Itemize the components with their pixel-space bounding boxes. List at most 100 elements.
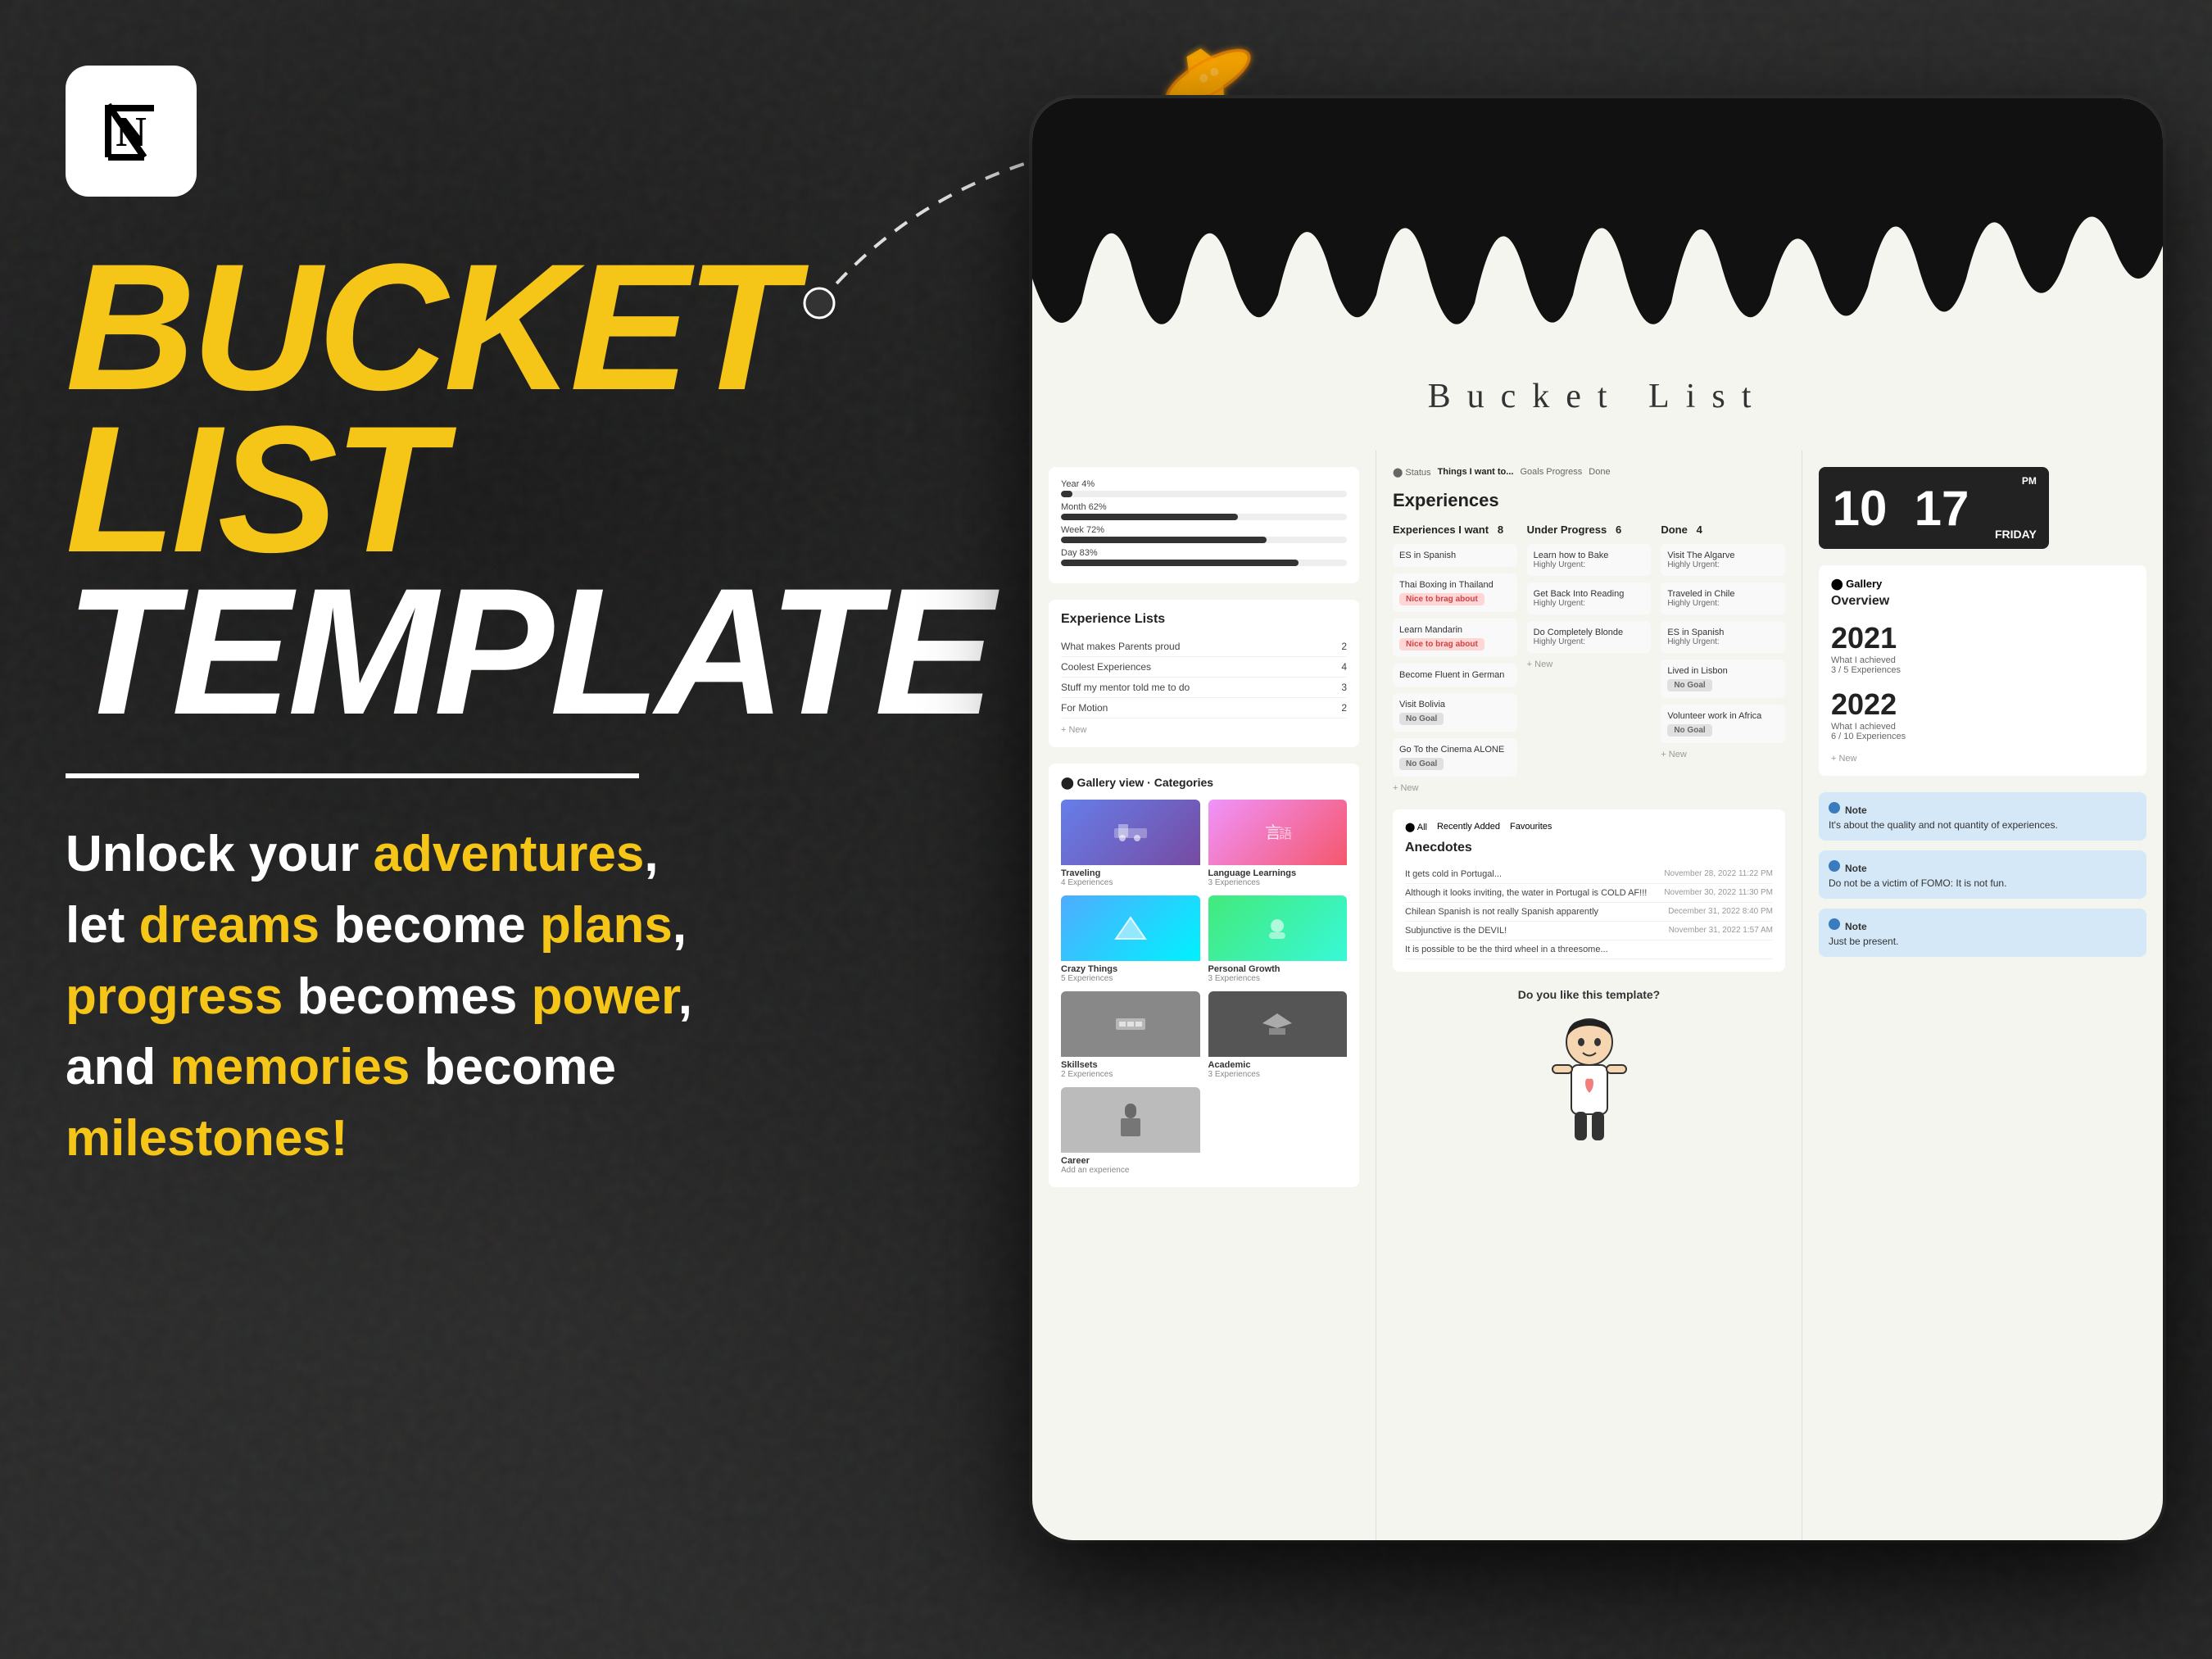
clock-block: 10 17 PM FRIDAY (1819, 467, 2146, 549)
kanban-card[interactable]: ES in Spanish Highly Urgent: (1661, 621, 1785, 653)
note-dot (1829, 802, 1840, 814)
add-new-list[interactable]: + New (1061, 725, 1347, 735)
add-new-done[interactable]: + New (1661, 750, 1785, 759)
anecdote-item[interactable]: It is possible to be the third wheel in … (1405, 941, 1773, 959)
char-figure-svg (1540, 1013, 1639, 1145)
tab-things[interactable]: Things I want to... (1438, 467, 1514, 478)
svg-text:語: 語 (1279, 827, 1292, 841)
kanban-card[interactable]: Get Back Into Reading Highly Urgent: (1527, 582, 1652, 614)
kanban-title: Experiences (1393, 490, 1785, 511)
kanban-card[interactable]: Learn Mandarin Nice to brag about (1393, 619, 1517, 657)
add-new-progress[interactable]: + New (1527, 660, 1652, 669)
gallery-item-crazy[interactable]: Crazy Things 5 Experiences (1061, 895, 1200, 983)
subtitle: Unlock your adventures, let dreams becom… (66, 819, 786, 1175)
tablet-middle-column: ⬤ Status Things I want to... Goals Progr… (1376, 451, 1802, 1540)
gallery-section: ⬤ Gallery view · Categories Traveling 4 … (1049, 764, 1359, 1187)
clock-am: PM (2022, 475, 2037, 487)
char-question: Do you like this template? (1518, 988, 1660, 1001)
add-new-year[interactable]: + New (1831, 754, 2134, 764)
notes-section: Note It's about the quality and not quan… (1819, 792, 2146, 957)
year-2021: 2021 What I achieved 3 / 5 Experiences (1831, 621, 2134, 675)
gallery-item-language[interactable]: 言語 Language Learnings 3 Experiences (1208, 800, 1348, 887)
note-card: Note It's about the quality and not quan… (1819, 792, 2146, 841)
tablet-content: Year 4% Month 62% Week 72% Day 83% (1032, 451, 2163, 1540)
note-card: Note Just be present. (1819, 909, 2146, 957)
notion-logo: N (66, 66, 197, 197)
gallery-grid: Traveling 4 Experiences 言語 Language Lear… (1061, 800, 1347, 1175)
kanban-card[interactable]: Learn how to Bake Highly Urgent: (1527, 544, 1652, 576)
tab-recently-added[interactable]: Recently Added (1437, 822, 1500, 832)
anecdote-item[interactable]: Chilean Spanish is not really Spanish ap… (1405, 903, 1773, 922)
list-item[interactable]: What makes Parents proud2 (1061, 637, 1347, 657)
kanban-card[interactable]: Lived in Lisbon No Goal (1661, 660, 1785, 698)
note-dot (1829, 918, 1840, 930)
title-block: BUCKET LIST TEMPLATE (66, 246, 803, 732)
kanban-card[interactable]: Visit The Algarve Highly Urgent: (1661, 544, 1785, 576)
experience-lists-section: Experience Lists What makes Parents prou… (1049, 600, 1359, 747)
tab-all[interactable]: ⬤ All (1405, 822, 1427, 832)
kanban-column-progress: Under Progress 6 Learn how to Bake Highl… (1527, 524, 1652, 793)
left-panel: N BUCKET LIST TEMPLATE Unlock your adven… (66, 66, 803, 1175)
add-new-want[interactable]: + New (1393, 783, 1517, 793)
kanban-card[interactable]: Go To the Cinema ALONE No Goal (1393, 738, 1517, 777)
char-section: Do you like this template? (1393, 988, 1785, 1145)
anecdotes-section: ⬤ All Recently Added Favourites Anecdote… (1393, 809, 1785, 972)
kanban-column-done: Done 4 Visit The Algarve Highly Urgent: … (1661, 524, 1785, 793)
clock-section: 10 17 PM FRIDAY (1819, 467, 2146, 549)
clock-hour: 10 (1819, 467, 1901, 549)
gallery-label: ⬤ Gallery (1831, 578, 2134, 591)
tablet-inner: Bucket List Year 4% Month 62% (1032, 98, 2163, 1540)
anecdotes-title: Anecdotes (1405, 841, 1773, 855)
gallery-item-career[interactable]: Career Add an experience (1061, 1087, 1200, 1175)
gallery-overview-section: ⬤ Gallery Overview 2021 What I achieved … (1819, 565, 2146, 776)
title-bucket: BUCKET (66, 246, 803, 408)
tab-favourites[interactable]: Favourites (1510, 822, 1552, 832)
gallery-item-traveling[interactable]: Traveling 4 Experiences (1061, 800, 1200, 887)
gallery-overview-title: Overview (1831, 594, 2134, 609)
tab-status[interactable]: ⬤ Status (1393, 467, 1431, 478)
kanban-card[interactable]: Become Fluent in German (1393, 664, 1517, 687)
clock-day: FRIDAY (1995, 528, 2037, 541)
clock-day-block: PM FRIDAY (1983, 467, 2049, 549)
drip-header (1032, 98, 2163, 360)
anecdote-item[interactable]: Subjunctive is the DEVIL! November 31, 2… (1405, 922, 1773, 941)
tablet-right-column: 10 17 PM FRIDAY ⬤ Gallery Overview 2021 (1802, 451, 2163, 1540)
svg-text:N: N (116, 109, 147, 156)
month-progress: Month 62% (1061, 502, 1347, 520)
bucket-list-title: Bucket List (1428, 377, 1768, 416)
note-dot (1829, 860, 1840, 872)
gallery-item-growth[interactable]: Personal Growth 3 Experiences (1208, 895, 1348, 983)
gallery-header: ⬤ Gallery view · Categories (1061, 776, 1347, 790)
title-list: LIST (66, 408, 803, 570)
week-progress: Week 72% (1061, 525, 1347, 543)
progress-section: Year 4% Month 62% Week 72% Day 83% (1049, 467, 1359, 583)
title-template: TEMPLATE (66, 570, 803, 732)
year-2022: 2022 What I achieved 6 / 10 Experiences (1831, 687, 2134, 741)
kanban-column-want: Experiences I want 8 ES in Spanish Thai … (1393, 524, 1517, 793)
anecdotes-tabs: ⬤ All Recently Added Favourites (1405, 822, 1773, 832)
kanban-card[interactable]: Do Completely Blonde Highly Urgent: (1527, 621, 1652, 653)
kanban-card[interactable]: Thai Boxing in Thailand Nice to brag abo… (1393, 573, 1517, 612)
kanban-card[interactable]: Traveled in Chile Highly Urgent: (1661, 582, 1785, 614)
anecdote-item[interactable]: Although it looks inviting, the water in… (1405, 884, 1773, 903)
experience-lists-title: Experience Lists (1061, 612, 1347, 627)
tab-progress[interactable]: Goals Progress (1520, 467, 1582, 478)
tab-done[interactable]: Done (1589, 467, 1610, 478)
day-progress: Day 83% (1061, 548, 1347, 566)
anecdote-item[interactable]: It gets cold in Portugal... November 28,… (1405, 865, 1773, 884)
kanban-card[interactable]: ES in Spanish (1393, 544, 1517, 567)
list-item[interactable]: For Motion2 (1061, 698, 1347, 718)
list-item[interactable]: Stuff my mentor told me to do3 (1061, 678, 1347, 698)
tablet-left-column: Year 4% Month 62% Week 72% Day 83% (1032, 451, 1376, 1540)
kanban-board: Experiences I want 8 ES in Spanish Thai … (1393, 524, 1785, 793)
kanban-card[interactable]: Visit Bolivia No Goal (1393, 693, 1517, 732)
list-item[interactable]: Coolest Experiences4 (1061, 657, 1347, 678)
gallery-item-academic[interactable]: Academic 3 Experiences (1208, 991, 1348, 1079)
year-progress: Year 4% (1061, 479, 1347, 497)
kanban-card[interactable]: Volunteer work in Africa No Goal (1661, 705, 1785, 743)
clock-minute: 17 (1901, 467, 1983, 549)
kanban-tabs: ⬤ Status Things I want to... Goals Progr… (1393, 467, 1785, 478)
gallery-item-skillsets[interactable]: Skillsets 2 Experiences (1061, 991, 1200, 1079)
title-divider (66, 773, 639, 778)
note-card: Note Do not be a victim of FOMO: It is n… (1819, 850, 2146, 899)
